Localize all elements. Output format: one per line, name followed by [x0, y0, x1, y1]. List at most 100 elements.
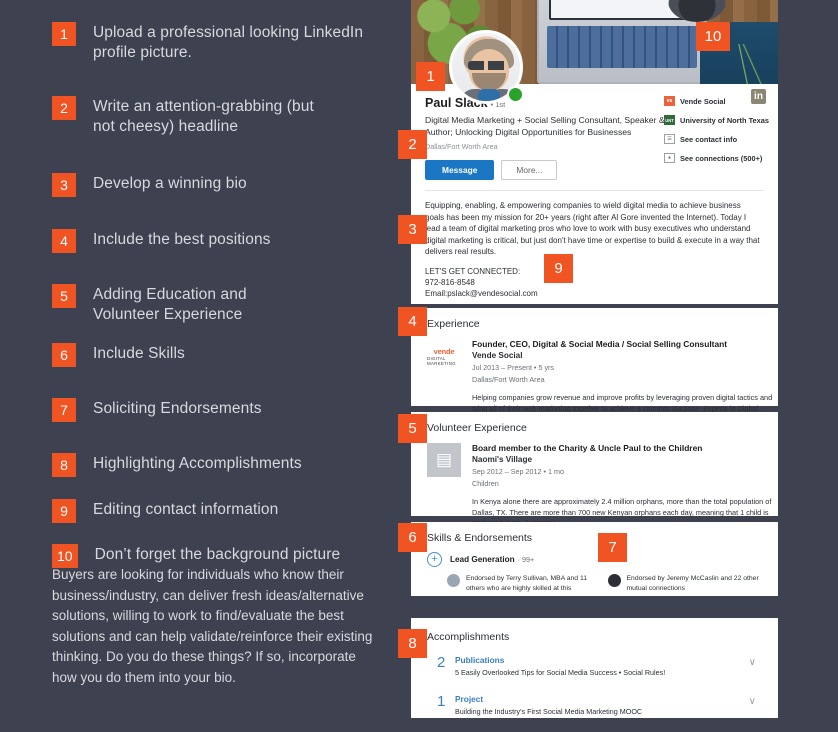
- volunteer-category: Children: [472, 479, 499, 488]
- step-item-4[interactable]: 4 Include the best positions: [52, 229, 402, 253]
- chevron-down-icon[interactable]: ∨: [749, 657, 756, 668]
- contact-heading: LET'S GET CONNECTED:: [425, 266, 521, 276]
- step-item-9[interactable]: 9 Editing contact information: [52, 499, 402, 523]
- step-label: Editing contact information: [93, 501, 279, 518]
- accomplishment-count: 2: [437, 654, 446, 671]
- accomplishment-item-publications[interactable]: 2 Publications 5 Easily Overlooked Tips …: [411, 643, 778, 677]
- step-number-badge: 6: [52, 343, 76, 367]
- contact-email: Email:pslack@vendesocial.com: [425, 288, 538, 298]
- overlay-badge-5: 5: [398, 414, 427, 443]
- endorsement-item[interactable]: Endorsed by Terry Sullivan, MBA and 11 o…: [447, 574, 608, 593]
- accomplishment-label[interactable]: Publications: [455, 655, 665, 665]
- step-item-8[interactable]: 8 Highlighting Accomplishments: [52, 453, 402, 477]
- profile-headline: Digital Media Marketing + Social Selling…: [425, 115, 665, 137]
- overlay-badge-3: 3: [398, 215, 427, 244]
- side-info-connections[interactable]: ● See connections (500+): [664, 153, 770, 163]
- profile-summary: Equipping, enabling, & empowering compan…: [425, 201, 760, 256]
- linkedin-profile-panel: in Paul Slack • 1st Digital Media Marketi…: [398, 0, 838, 732]
- volunteer-dates: Sep 2012 – Sep 2012 • 1 mo: [472, 467, 565, 476]
- skills-title: Skills & Endorsements: [427, 532, 533, 544]
- skill-endorsement-count: · 99+: [517, 555, 535, 564]
- experience-dates: Jul 2013 – Present • 5 yrs: [472, 363, 555, 372]
- more-button[interactable]: More...: [501, 160, 558, 180]
- step-number-badge: 1: [52, 22, 76, 46]
- online-status-dot: [507, 86, 524, 103]
- accomplishment-label[interactable]: Project: [455, 694, 642, 704]
- avatar: [607, 574, 621, 587]
- contact-phone: 972-816-8548: [425, 277, 475, 287]
- experience-entry[interactable]: vende DIGITAL MARKETING Founder, CEO, Di…: [411, 330, 778, 425]
- step-number-badge: 5: [52, 284, 76, 308]
- vende-social-logo-icon: vende DIGITAL MARKETING: [427, 339, 461, 373]
- glasses-icon: [468, 61, 510, 70]
- accomplishments-card: Accomplishments 2 Publications 5 Easily …: [411, 618, 778, 718]
- profile-side-info: vs Vende Social UNT University of North …: [664, 96, 770, 172]
- overlay-badge-9: 9: [544, 254, 573, 283]
- step-number-badge: 7: [52, 398, 76, 422]
- contact-card-icon: ☰: [664, 134, 675, 144]
- volunteer-title: Volunteer Experience: [427, 422, 527, 434]
- skill-name: Lead Generation: [450, 555, 515, 564]
- step-label: Upload a professional looking LinkedIn p…: [93, 24, 364, 61]
- connections-icon: ●: [664, 153, 675, 163]
- step-item-7[interactable]: 7 Soliciting Endorsements: [52, 398, 402, 422]
- step-label: Adding Education and Volunteer Experienc…: [93, 286, 247, 323]
- step-number-badge: 3: [52, 173, 76, 197]
- avatar-shirt: [478, 89, 500, 101]
- volunteer-role: Board member to the Charity & Uncle Paul…: [472, 443, 703, 453]
- side-info-label: University of North Texas: [680, 115, 769, 125]
- volunteer-organization: Naomi's Village: [472, 455, 533, 464]
- step-label: Soliciting Endorsements: [93, 400, 262, 417]
- step-item-5[interactable]: 5 Adding Education and Volunteer Experie…: [52, 284, 402, 325]
- overlay-badge-7: 7: [598, 533, 627, 562]
- accomplishment-detail: 5 Easily Overlooked Tips for Social Medi…: [455, 668, 666, 677]
- step-item-3[interactable]: 3 Develop a winning bio: [52, 173, 402, 197]
- skill-entry[interactable]: + Lead Generation · 99+: [411, 544, 778, 567]
- volunteer-card: Volunteer Experience ▤ Board member to t…: [411, 412, 778, 527]
- summary-paragraph: Buyers are looking for individuals who k…: [52, 567, 373, 685]
- step-item-1[interactable]: 1 Upload a professional looking LinkedIn…: [52, 22, 402, 63]
- step-number-badge: 4: [52, 229, 76, 253]
- plus-icon[interactable]: +: [427, 552, 442, 567]
- step-number-badge: 2: [52, 96, 76, 120]
- step-label: Write an attention-grabbing (but not che…: [93, 98, 314, 135]
- overlay-badge-1: 1: [416, 62, 445, 91]
- step-label: Don’t forget the background picture: [94, 546, 341, 563]
- logo-sub-text: DIGITAL MARKETING: [427, 355, 456, 366]
- step-number-badge: 8: [52, 453, 76, 477]
- overlay-badge-8: 8: [398, 629, 427, 658]
- experience-location: Dallas/Fort Worth Area: [472, 375, 545, 384]
- overlay-badge-6: 6: [398, 523, 427, 552]
- accomplishment-count: 1: [437, 693, 446, 710]
- laptop-keyboard-icon: [547, 26, 697, 68]
- endorsement-text: Endorsed by Jeremy McCaslin and 22 other…: [626, 575, 759, 592]
- company-icon: vs: [664, 96, 675, 106]
- side-info-contact[interactable]: ☰ See contact info: [664, 134, 770, 144]
- steps-list: 1 Upload a professional looking LinkedIn…: [52, 22, 402, 568]
- step-item-2[interactable]: 2 Write an attention-grabbing (but not c…: [52, 96, 402, 137]
- overlay-badge-2: 2: [398, 130, 427, 159]
- side-info-label: Vende Social: [680, 96, 726, 106]
- avatar: [447, 574, 460, 587]
- endorsement-text: Endorsed by Terry Sullivan, MBA and 11 o…: [466, 575, 588, 592]
- side-info-label: See connections (500+): [680, 153, 763, 163]
- side-info-school[interactable]: UNT University of North Texas: [664, 115, 770, 125]
- experience-card: Experience vende DIGITAL MARKETING Found…: [411, 308, 778, 423]
- volunteer-entry[interactable]: ▤ Board member to the Charity & Uncle Pa…: [411, 434, 778, 529]
- chevron-down-icon[interactable]: ∨: [749, 696, 756, 707]
- school-icon: UNT: [664, 115, 675, 125]
- organization-placeholder-icon: ▤: [427, 443, 461, 477]
- overlay-badge-10: 10: [696, 22, 730, 51]
- overlay-badge-4: 4: [398, 307, 427, 336]
- accomplishments-title: Accomplishments: [427, 631, 510, 643]
- experience-title: Experience: [427, 318, 480, 330]
- step-item-6[interactable]: 6 Include Skills: [52, 343, 402, 367]
- accomplishment-item-project[interactable]: 1 Project Building the Industry's First …: [411, 677, 778, 716]
- step-label: Include the best positions: [93, 231, 271, 248]
- volunteer-details: Board member to the Charity & Uncle Paul…: [472, 443, 774, 529]
- message-button[interactable]: Message: [425, 160, 495, 180]
- accomplishment-body: Publications 5 Easily Overlooked Tips fo…: [455, 655, 665, 677]
- linkedin-logo-icon: in: [751, 89, 766, 104]
- slide-root: 1 Upload a professional looking LinkedIn…: [0, 0, 838, 732]
- endorsement-item[interactable]: Endorsed by Jeremy McCaslin and 22 other…: [607, 574, 769, 593]
